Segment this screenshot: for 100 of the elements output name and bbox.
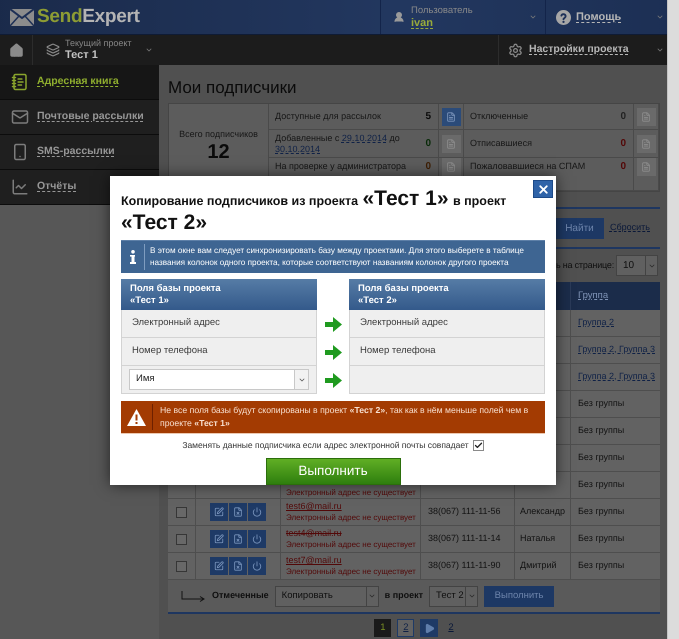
delete-button[interactable] [229,503,247,521]
help-link[interactable]: Помощь [576,8,622,26]
per-page-select[interactable]: 10 [616,255,658,276]
chevron-down-icon [656,13,664,21]
page-title: Мои подписчики [168,77,298,99]
checkbox[interactable] [472,440,484,450]
view-button[interactable] [442,134,460,152]
group-text: Без группы [578,451,624,464]
stat-label: Добавленные с 29.10.2014 до 30.10.2014 [275,132,401,154]
group-link[interactable]: Группа 2, Группа 3 [578,343,656,357]
chevron-down-icon [145,46,153,54]
stat-count: 0 [425,138,431,150]
triangle-right-icon [424,622,435,634]
table-cell: Электронный адрес [121,310,317,338]
edit-button[interactable] [210,557,228,575]
sidebar-item[interactable]: Адресная книга [0,65,159,100]
email-link[interactable]: test7@mail.ru [286,555,342,566]
group-text: Без группы [578,424,624,438]
page-button[interactable]: 2 [397,619,414,637]
execute-button[interactable]: Выполнить [484,586,554,606]
help-icon[interactable] [556,10,571,24]
delete-button[interactable] [229,530,247,548]
email-link[interactable]: test6@mail.ru [286,501,342,512]
project-name: Тест 1 [65,49,99,62]
column-heading: Поля базы проекта «Тест 2» [349,279,545,310]
checkbox[interactable] [176,534,187,544]
project-label: Текущий проект [65,38,132,49]
close-icon [536,182,550,196]
user-icon [393,11,405,23]
phone-text: 38(067) 111-11-90 [428,559,501,572]
stat-count: 5 [425,110,431,122]
power-icon [252,561,262,571]
email-link[interactable]: test4@mail.ru [286,528,342,539]
stat-label: Отписавшиеся [470,138,532,149]
layers-icon [46,43,60,57]
info-icon [128,250,136,264]
replace-option-label: Заменять данные подписчика если адрес электронной почты совпадает [182,438,469,452]
chevron-down-icon [648,262,656,270]
view-button[interactable] [442,158,460,176]
warning-text: Не все поля базы будут скопированы в проект «Тест 2», так как в нём меньше полей чем в проекте «Тест 1» [159,404,530,430]
column-heading: Поля базы проекта «Тест 1» [121,279,317,310]
delete-button[interactable] [229,557,247,575]
arrow-right-icon [324,372,342,388]
submit-button[interactable]: Выполнить [266,458,400,485]
logo-text: SendExpert [37,4,140,29]
chevron-down-icon [468,592,476,600]
find-button[interactable]: Найти [554,218,604,238]
file-x-icon [233,561,243,571]
reset-link[interactable]: Сбросить [610,221,650,235]
sidebar-item[interactable]: SMS-рассылки [0,135,159,170]
username-link[interactable]: ivan [411,16,473,30]
group-text: Без группы [578,397,624,410]
total-count: 12 [207,140,230,164]
page-button[interactable]: 1 [374,619,392,637]
sidebar-item[interactable]: Почтовые рассылки [0,100,159,135]
mobile-phone-icon [11,143,29,161]
last-page-link[interactable]: 2 [448,620,454,636]
group-text: Без группы [578,478,624,492]
date-link[interactable]: 29.10.2014 [342,132,387,142]
status-text: Электронный адрес не существует [286,512,416,523]
name-text: Дмитрий [520,559,556,572]
checkbox[interactable] [176,506,187,518]
checkbox[interactable] [176,560,187,572]
edit-button[interactable] [210,503,228,521]
next-page-button[interactable] [420,619,438,637]
group-link[interactable]: Группа 2 [578,316,614,330]
chevron-down-icon [298,376,306,384]
envelope-logo-icon [10,8,34,26]
arrow-right-icon [324,344,342,360]
group-link[interactable]: Группа 2, Группа 3 [578,370,656,384]
view-button[interactable] [636,158,656,176]
stat-label: Отключенные [470,111,528,122]
view-button[interactable] [442,108,460,126]
project-select[interactable]: Тест 2 [429,586,478,606]
file-x-icon [233,534,243,544]
disable-button[interactable] [248,530,266,548]
document-icon [446,112,456,122]
project-settings-link[interactable]: Настройки проекта [529,42,629,58]
stat-label: Пожаловавшиеся на СПАМ [470,161,586,172]
action-select[interactable]: Копировать [274,586,379,606]
disable-button[interactable] [248,503,266,521]
field-select[interactable]: Имя [129,369,309,390]
table-cell: Номер телефона [121,338,317,366]
view-button[interactable] [636,108,656,126]
edit-button[interactable] [210,530,228,548]
chevron-down-icon [656,46,664,54]
group-text: Без группы [578,532,624,546]
close-button[interactable] [533,180,553,198]
stat-count: 0 [620,138,626,150]
group-text: Без группы [578,559,624,572]
view-button[interactable] [636,134,656,152]
pencil-icon [214,561,224,571]
name-text: Наталья [520,532,556,546]
date-link[interactable]: 30.10.2014 [275,144,320,154]
disable-button[interactable] [248,557,266,575]
phone-text: 38(067) 111-11-56 [428,505,501,518]
notebook-icon [11,73,29,91]
column-heading-link[interactable]: Группа [578,288,608,304]
stat-count: 0 [425,161,431,173]
stat-label: Доступные для рассылок [275,111,381,122]
